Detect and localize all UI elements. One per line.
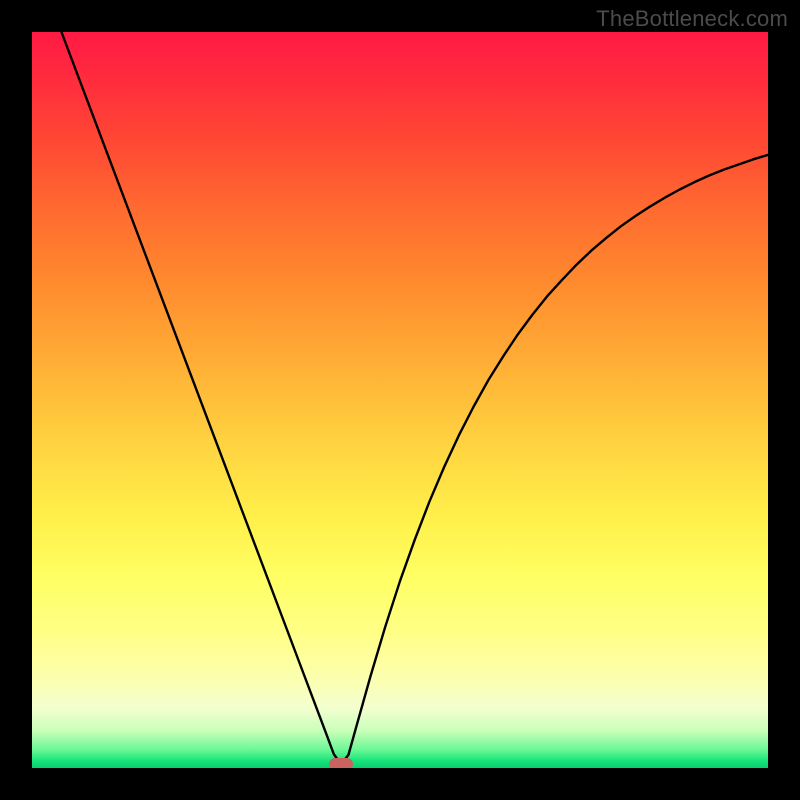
plot-area [32,32,768,768]
bottleneck-curve [32,32,768,768]
watermark-text: TheBottleneck.com [596,6,788,32]
chart-frame: TheBottleneck.com [0,0,800,800]
optimum-marker [329,758,353,768]
